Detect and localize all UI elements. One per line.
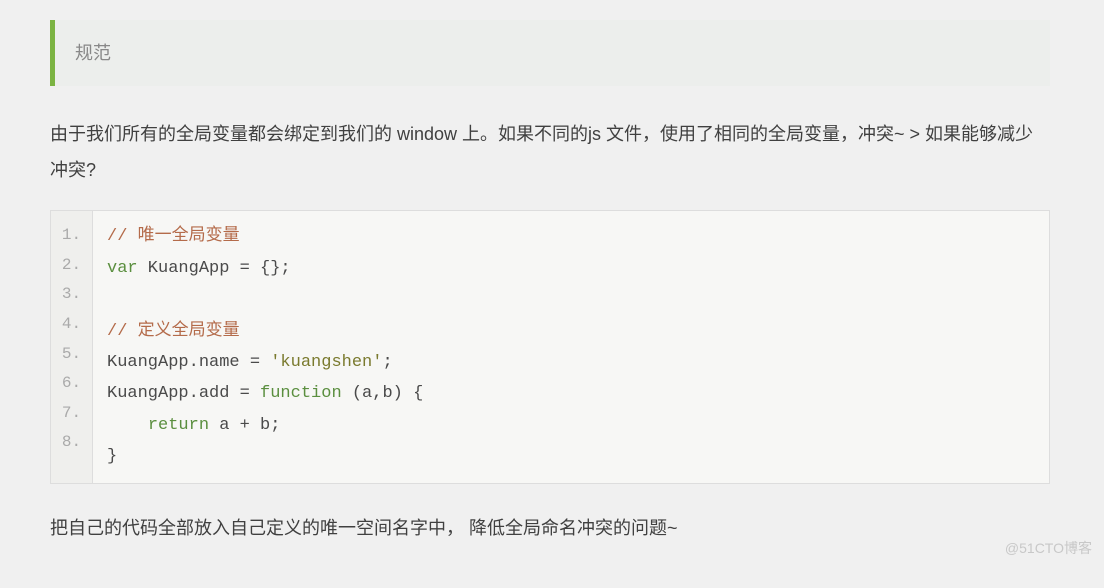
code-line: KuangApp.name = 'kuangshen'; bbox=[107, 347, 1035, 378]
code-text: a + b; bbox=[209, 416, 280, 435]
line-number: 7. bbox=[51, 399, 92, 429]
code-punct: ; bbox=[382, 353, 392, 372]
code-text: KuangApp.name = bbox=[107, 353, 270, 372]
paragraph-conclusion: 把自己的代码全部放入自己定义的唯一空间名字中， 降低全局命名冲突的问题~ bbox=[50, 510, 1050, 546]
line-number: 8. bbox=[51, 428, 92, 458]
code-comment: // 唯一全局变量 bbox=[107, 227, 240, 246]
code-content: // 唯一全局变量 var KuangApp = {}; // 定义全局变量 K… bbox=[93, 211, 1049, 483]
code-line-numbers: 1. 2. 3. 4. 5. 6. 7. 8. bbox=[51, 211, 93, 483]
line-number: 2. bbox=[51, 251, 92, 281]
line-number: 1. bbox=[51, 221, 92, 251]
code-keyword: function bbox=[260, 384, 342, 403]
code-punct: } bbox=[107, 447, 117, 466]
line-number: 6. bbox=[51, 369, 92, 399]
code-keyword: return bbox=[148, 416, 209, 435]
code-line: } bbox=[107, 441, 1035, 472]
code-text: (a,b) { bbox=[342, 384, 424, 403]
line-number: 4. bbox=[51, 310, 92, 340]
code-block: 1. 2. 3. 4. 5. 6. 7. 8. // 唯一全局变量 var Ku… bbox=[50, 210, 1050, 484]
code-line: var KuangApp = {}; bbox=[107, 253, 1035, 284]
code-line-empty bbox=[107, 284, 1035, 315]
watermark: @51CTO博客 bbox=[1005, 535, 1092, 562]
blockquote-specification: 规范 bbox=[50, 20, 1050, 86]
code-indent bbox=[107, 416, 148, 435]
paragraph-intro: 由于我们所有的全局变量都会绑定到我们的 window 上。如果不同的js 文件，… bbox=[50, 116, 1050, 188]
code-keyword: var bbox=[107, 259, 138, 278]
code-line: // 唯一全局变量 bbox=[107, 221, 1035, 252]
code-text: KuangApp.add = bbox=[107, 384, 260, 403]
code-string: 'kuangshen' bbox=[270, 353, 382, 372]
code-line: // 定义全局变量 bbox=[107, 316, 1035, 347]
blockquote-text: 规范 bbox=[75, 43, 111, 63]
line-number: 3. bbox=[51, 280, 92, 310]
document-container: 规范 由于我们所有的全局变量都会绑定到我们的 window 上。如果不同的js … bbox=[50, 20, 1050, 546]
code-text: KuangApp = {}; bbox=[138, 259, 291, 278]
code-comment: // 定义全局变量 bbox=[107, 322, 240, 341]
line-number: 5. bbox=[51, 340, 92, 370]
code-line: return a + b; bbox=[107, 410, 1035, 441]
code-line: KuangApp.add = function (a,b) { bbox=[107, 378, 1035, 409]
